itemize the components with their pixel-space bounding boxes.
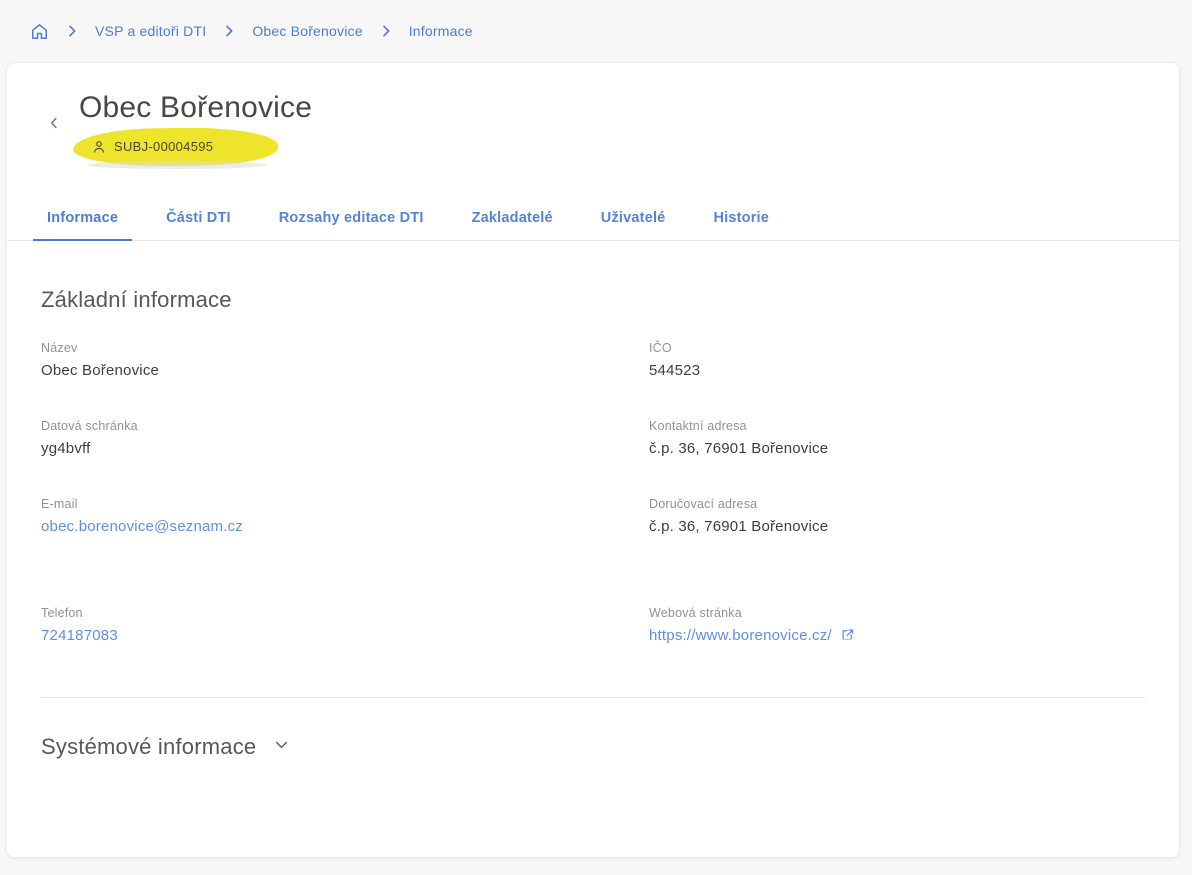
chevron-right-icon: [378, 23, 394, 39]
breadcrumb-item-informace[interactable]: Informace: [409, 23, 473, 39]
field-datova-schranka: Datová schránka yg4bvff: [41, 419, 649, 457]
field-value: č.p. 36, 76901 Bořenovice: [649, 517, 829, 535]
field-value: yg4bvff: [41, 439, 91, 457]
chevron-left-icon: [45, 114, 63, 135]
back-button[interactable]: [41, 111, 67, 137]
breadcrumb: VSP a editoři DTI Obec Bořenovice Inform…: [0, 0, 1192, 62]
section-divider: [41, 696, 1145, 698]
subject-id-badge: SUBJ-00004595: [72, 126, 279, 169]
website-link[interactable]: https://www.borenovice.cz/: [649, 627, 832, 644]
section-title-zakladni-informace: Základní informace: [41, 286, 232, 312]
page-title: Obec Bořenovice: [79, 91, 313, 124]
home-icon[interactable]: [30, 22, 49, 41]
system-info-section-header[interactable]: Systémové informace: [41, 734, 291, 760]
breadcrumb-item-subject[interactable]: Obec Bořenovice: [252, 23, 362, 39]
email-link[interactable]: obec.borenovice@seznam.cz: [41, 518, 243, 535]
person-icon: [93, 140, 105, 153]
section-title-systemove-informace: Systémové informace: [41, 733, 257, 759]
tab-casti-dti[interactable]: Části DTI: [152, 197, 245, 241]
field-telefon: Telefon 724187083: [41, 606, 649, 647]
field-value: Obec Bořenovice: [41, 361, 160, 379]
tab-historie[interactable]: Historie: [699, 197, 783, 241]
field-label: Kontaktní adresa: [649, 418, 747, 433]
field-webova-stranka: Webová stránka https://www.borenovice.cz…: [649, 606, 1145, 647]
field-ico: IČO 544523: [649, 341, 1145, 379]
highlight-shadow: [87, 160, 267, 169]
phone-link[interactable]: 724187083: [41, 627, 118, 644]
basic-info-grid: Název Obec Bořenovice IČO 544523 Datová …: [41, 341, 1145, 647]
field-label: Název: [41, 340, 78, 355]
field-label: Datová schránka: [41, 418, 138, 433]
field-kontaktni-adresa: Kontaktní adresa č.p. 36, 76901 Bořenovi…: [649, 419, 1145, 457]
field-label: E-mail: [41, 496, 78, 511]
tab-bar: Informace Části DTI Rozsahy editace DTI …: [7, 197, 1179, 241]
field-label: Telefon: [41, 605, 83, 620]
detail-card: Obec Bořenovice SUBJ-00004595 Informace …: [6, 62, 1180, 858]
field-nazev: Název Obec Bořenovice: [41, 341, 649, 379]
field-value: 544523: [649, 361, 701, 379]
tab-uzivatele[interactable]: Uživatelé: [587, 197, 680, 241]
field-dorucovaci-adresa: Doručovací adresa č.p. 36, 76901 Bořenov…: [649, 497, 1145, 536]
breadcrumb-item-vsp[interactable]: VSP a editoři DTI: [95, 23, 206, 39]
chevron-down-icon: [272, 735, 291, 759]
tab-zakladatele[interactable]: Zakladatelé: [458, 197, 567, 241]
field-label: Doručovací adresa: [649, 496, 758, 511]
field-email: E-mail obec.borenovice@seznam.cz: [41, 497, 649, 536]
tab-informace[interactable]: Informace: [33, 197, 133, 241]
field-value: č.p. 36, 76901 Bořenovice: [649, 439, 829, 457]
field-label: Webová stránka: [649, 605, 742, 620]
external-link-icon[interactable]: [840, 629, 855, 646]
tab-rozsahy-editace-dti[interactable]: Rozsahy editace DTI: [265, 197, 438, 241]
page-header: Obec Bořenovice SUBJ-00004595: [41, 89, 1145, 169]
subject-id-text: SUBJ-00004595: [114, 139, 214, 154]
field-label: IČO: [649, 340, 672, 355]
chevron-right-icon: [221, 23, 237, 39]
chevron-right-icon: [64, 23, 80, 39]
